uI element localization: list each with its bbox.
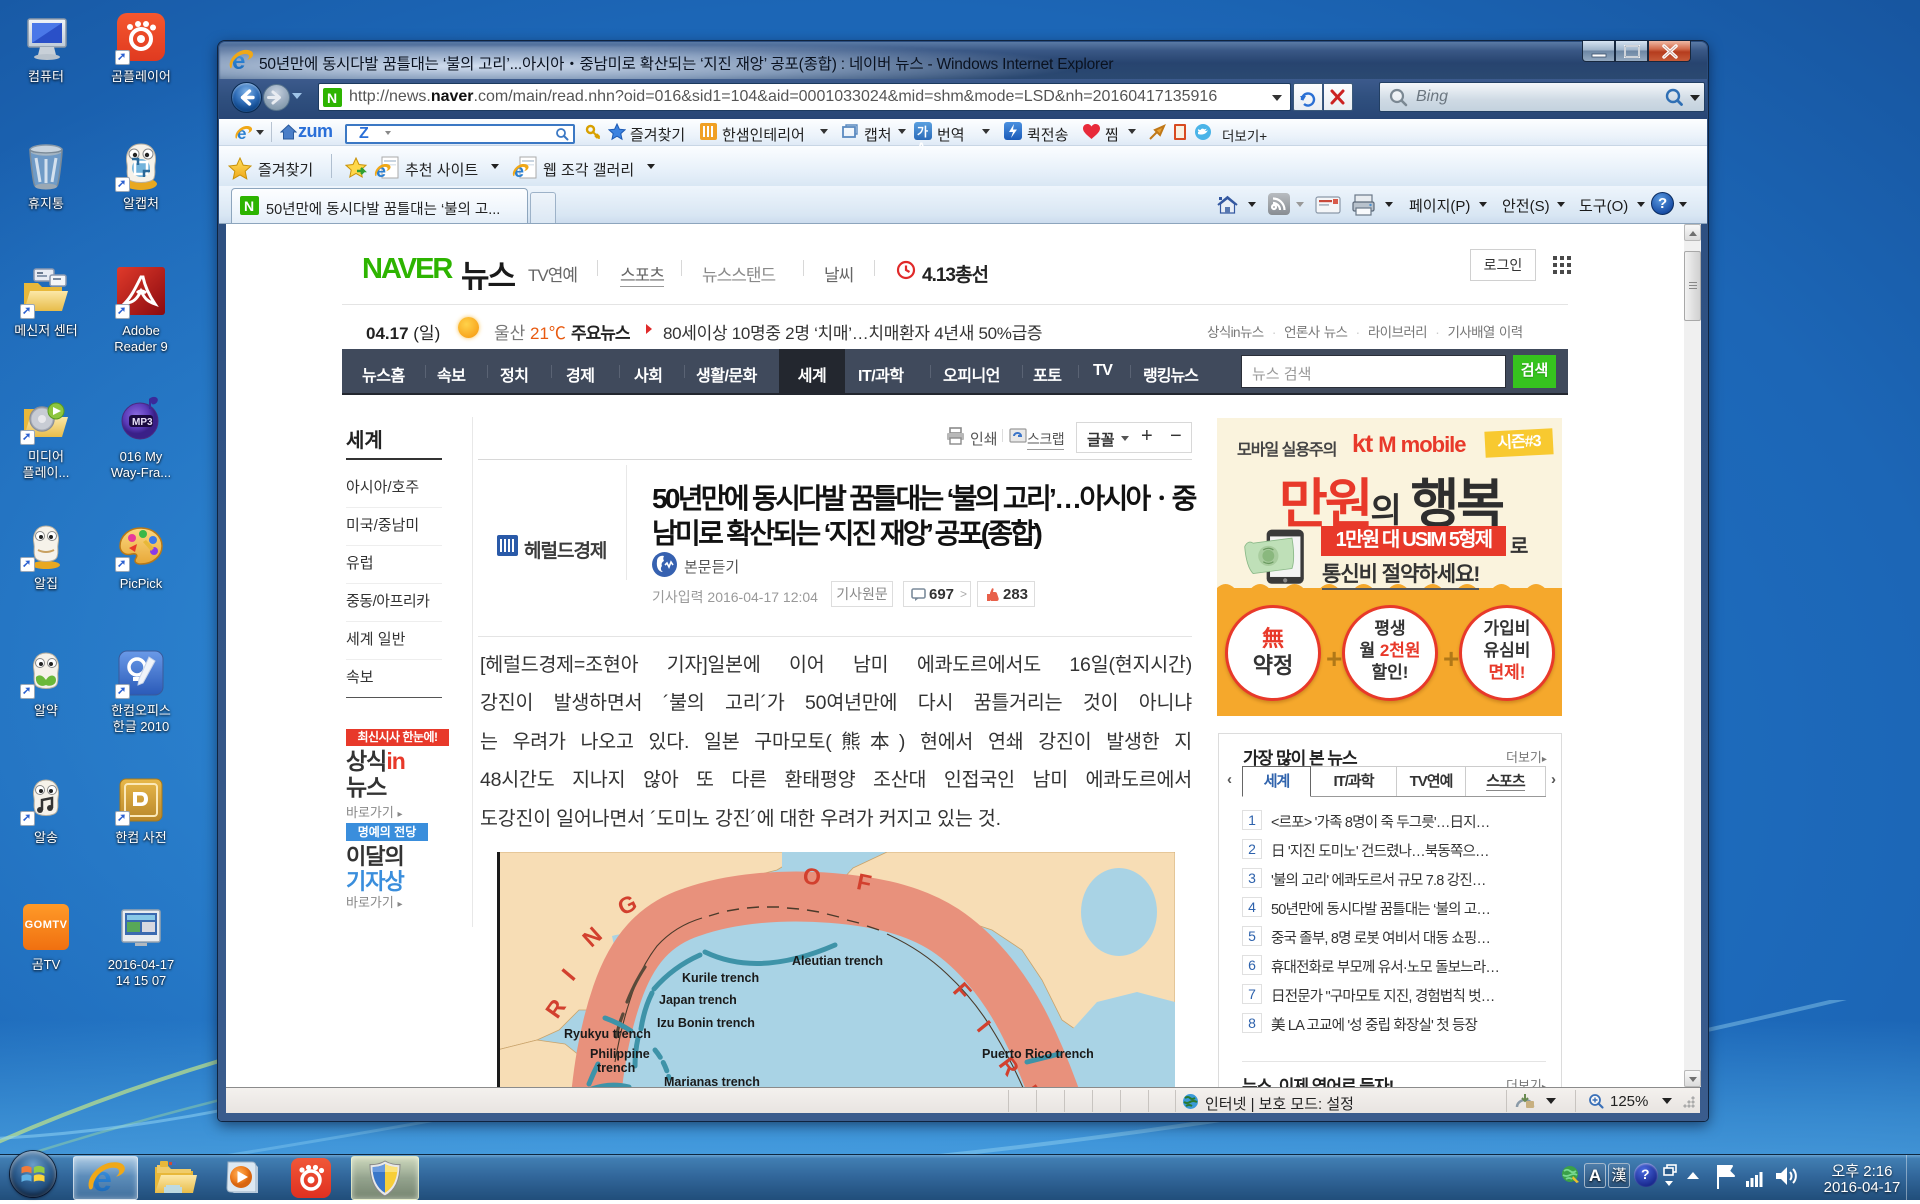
svg-text:MP3: MP3	[132, 417, 153, 428]
svg-text:trench: trench	[597, 1061, 635, 1075]
svg-text:Puerto Rico trench: Puerto Rico trench	[982, 1047, 1094, 1061]
svg-text:Japan trench: Japan trench	[659, 993, 737, 1007]
svg-text:Izu Bonin trench: Izu Bonin trench	[657, 1016, 755, 1030]
svg-text:Kurile trench: Kurile trench	[682, 971, 759, 985]
svg-text:Philippine: Philippine	[590, 1047, 650, 1061]
svg-text:Ryukyu trench: Ryukyu trench	[564, 1027, 651, 1041]
svg-text:Aleutian trench: Aleutian trench	[792, 954, 883, 968]
svg-text:O: O	[802, 862, 823, 890]
svg-text:Marianas trench: Marianas trench	[664, 1075, 760, 1087]
